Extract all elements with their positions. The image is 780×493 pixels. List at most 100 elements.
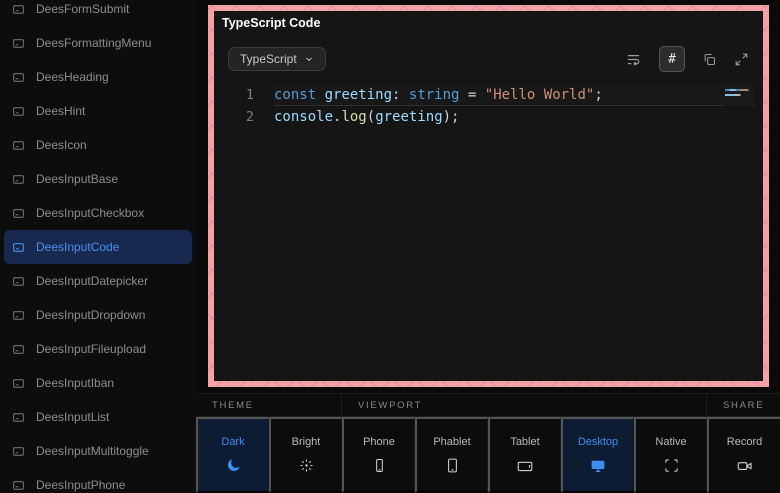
component-icon (12, 377, 25, 390)
component-icon (12, 37, 25, 50)
code-panel: TypeScript Code TypeScript (214, 11, 763, 381)
moon-icon (225, 457, 242, 475)
toolbar-actions: # (625, 46, 749, 72)
sun-icon (298, 457, 315, 475)
code-editor[interactable]: 1 const greeting: string = "Hello World";… (220, 84, 755, 371)
toggle-label: Phone (363, 436, 395, 448)
bottom-bar-buttons: Dark Bright Phone Phablet Tablet Desktop Nativ… (196, 417, 780, 493)
component-list: DeesFormSubmit DeesFormattingMenu DeesHead… (0, 0, 196, 493)
bottom-bar: THEMEVIEWPORTSHARE Dark Bright Phone Phable… (196, 393, 780, 493)
copy-button[interactable] (702, 52, 717, 67)
toggle-label: Record (727, 436, 762, 448)
sidebar-item-deesinputlist[interactable]: DeesInputList (4, 400, 192, 434)
desktop-icon (589, 457, 607, 475)
sidebar: DeesFormSubmit DeesFormattingMenu DeesHead… (0, 0, 196, 493)
code-line: 2 console.log(greeting); (220, 106, 755, 128)
component-icon (12, 3, 25, 16)
sidebar-item-deesformsubmit[interactable]: DeesFormSubmit (4, 0, 192, 26)
sidebar-item-label: DeesInputDatepicker (36, 274, 148, 288)
sidebar-item-deesinputmultitoggle[interactable]: DeesInputMultitoggle (4, 434, 192, 468)
component-icon (12, 343, 25, 356)
code-lines: 1 const greeting: string = "Hello World";… (220, 84, 755, 128)
phablet-icon (444, 457, 461, 475)
component-icon (12, 479, 25, 492)
sidebar-item-deesformattingmenu[interactable]: DeesFormattingMenu (4, 26, 192, 60)
sidebar-item-label: DeesInputMultitoggle (36, 444, 149, 458)
chevron-down-icon (304, 54, 314, 64)
section-header-viewport: VIEWPORT (342, 394, 707, 416)
sidebar-item-label: DeesFormSubmit (36, 2, 129, 16)
panel-title: TypeScript Code (220, 14, 755, 30)
language-selector[interactable]: TypeScript (228, 47, 326, 71)
toggle-phablet-button[interactable]: Phablet (415, 417, 488, 493)
language-label: TypeScript (240, 52, 297, 66)
toggle-label: Dark (221, 436, 244, 448)
component-icon (12, 105, 25, 118)
component-icon (12, 309, 25, 322)
component-icon (12, 173, 25, 186)
fullscreen-button[interactable] (734, 52, 749, 67)
line-number: 1 (220, 87, 254, 103)
copy-icon (702, 52, 717, 67)
toggle-label: Native (655, 436, 686, 448)
toggle-desktop-button[interactable]: Desktop (561, 417, 634, 493)
main-area: TypeScript Code TypeScript (196, 0, 780, 493)
word-wrap-button[interactable] (625, 51, 642, 68)
toggle-record-button[interactable]: Record (707, 417, 780, 493)
toggle-label: Bright (292, 436, 321, 448)
toggle-phone-button[interactable]: Phone (342, 417, 415, 493)
record-icon (736, 457, 754, 475)
sidebar-item-label: DeesHint (36, 104, 85, 118)
sidebar-item-deesinputdropdown[interactable]: DeesInputDropdown (4, 298, 192, 332)
demo-section: TypeScript Code TypeScript (196, 0, 780, 393)
code-line-content: console.log(greeting); (274, 106, 755, 128)
component-icon (12, 275, 25, 288)
tablet-icon (516, 457, 534, 475)
sidebar-item-deesinputcode[interactable]: DeesInputCode (4, 230, 192, 264)
toggle-bright-button[interactable]: Bright (269, 417, 342, 493)
sidebar-item-deesinputbase[interactable]: DeesInputBase (4, 162, 192, 196)
sidebar-item-label: DeesInputFileupload (36, 342, 146, 356)
sidebar-item-label: DeesInputCheckbox (36, 206, 144, 220)
bottom-bar-headers: THEMEVIEWPORTSHARE (196, 394, 780, 417)
word-wrap-icon (625, 51, 642, 68)
sidebar-item-label: DeesInputList (36, 410, 109, 424)
sidebar-item-deesinputdatepicker[interactable]: DeesInputDatepicker (4, 264, 192, 298)
sidebar-item-label: DeesIcon (36, 138, 87, 152)
expand-icon (734, 52, 749, 67)
demo-frame: TypeScript Code TypeScript (208, 5, 769, 387)
sidebar-item-deesinputcheckbox[interactable]: DeesInputCheckbox (4, 196, 192, 230)
sidebar-item-deesinputfileupload[interactable]: DeesInputFileupload (4, 332, 192, 366)
sidebar-item-label: DeesInputDropdown (36, 308, 145, 322)
component-icon (12, 411, 25, 424)
sidebar-item-label: DeesInputBase (36, 172, 118, 186)
component-icon (12, 207, 25, 220)
line-numbers-button[interactable]: # (659, 46, 685, 72)
toggle-label: Tablet (510, 436, 539, 448)
sidebar-item-deeshint[interactable]: DeesHint (4, 94, 192, 128)
sidebar-item-label: DeesInputCode (36, 240, 119, 254)
sidebar-item-deesinputiban[interactable]: DeesInputIban (4, 366, 192, 400)
toggle-label: Phablet (433, 436, 470, 448)
component-icon (12, 445, 25, 458)
code-toolbar: TypeScript # (220, 46, 755, 72)
toggle-tablet-button[interactable]: Tablet (488, 417, 561, 493)
toggle-label: Desktop (578, 436, 618, 448)
component-icon (12, 241, 25, 254)
component-icon (12, 71, 25, 84)
sidebar-item-label: DeesFormattingMenu (36, 36, 151, 50)
section-header-theme: THEME (196, 394, 342, 416)
code-line: 1 const greeting: string = "Hello World"; (220, 84, 755, 106)
toggle-native-button[interactable]: Native (634, 417, 707, 493)
line-number: 2 (220, 109, 254, 125)
sidebar-item-deesheading[interactable]: DeesHeading (4, 60, 192, 94)
native-icon (663, 457, 680, 475)
phone-icon (371, 457, 388, 475)
sidebar-item-deesinputphone[interactable]: DeesInputPhone (4, 468, 192, 493)
toggle-dark-button[interactable]: Dark (196, 417, 269, 493)
sidebar-item-deesicon[interactable]: DeesIcon (4, 128, 192, 162)
minimap (723, 86, 753, 106)
sidebar-item-label: DeesInputPhone (36, 478, 125, 492)
sidebar-item-label: DeesInputIban (36, 376, 114, 390)
code-line-content: const greeting: string = "Hello World"; (274, 84, 755, 106)
